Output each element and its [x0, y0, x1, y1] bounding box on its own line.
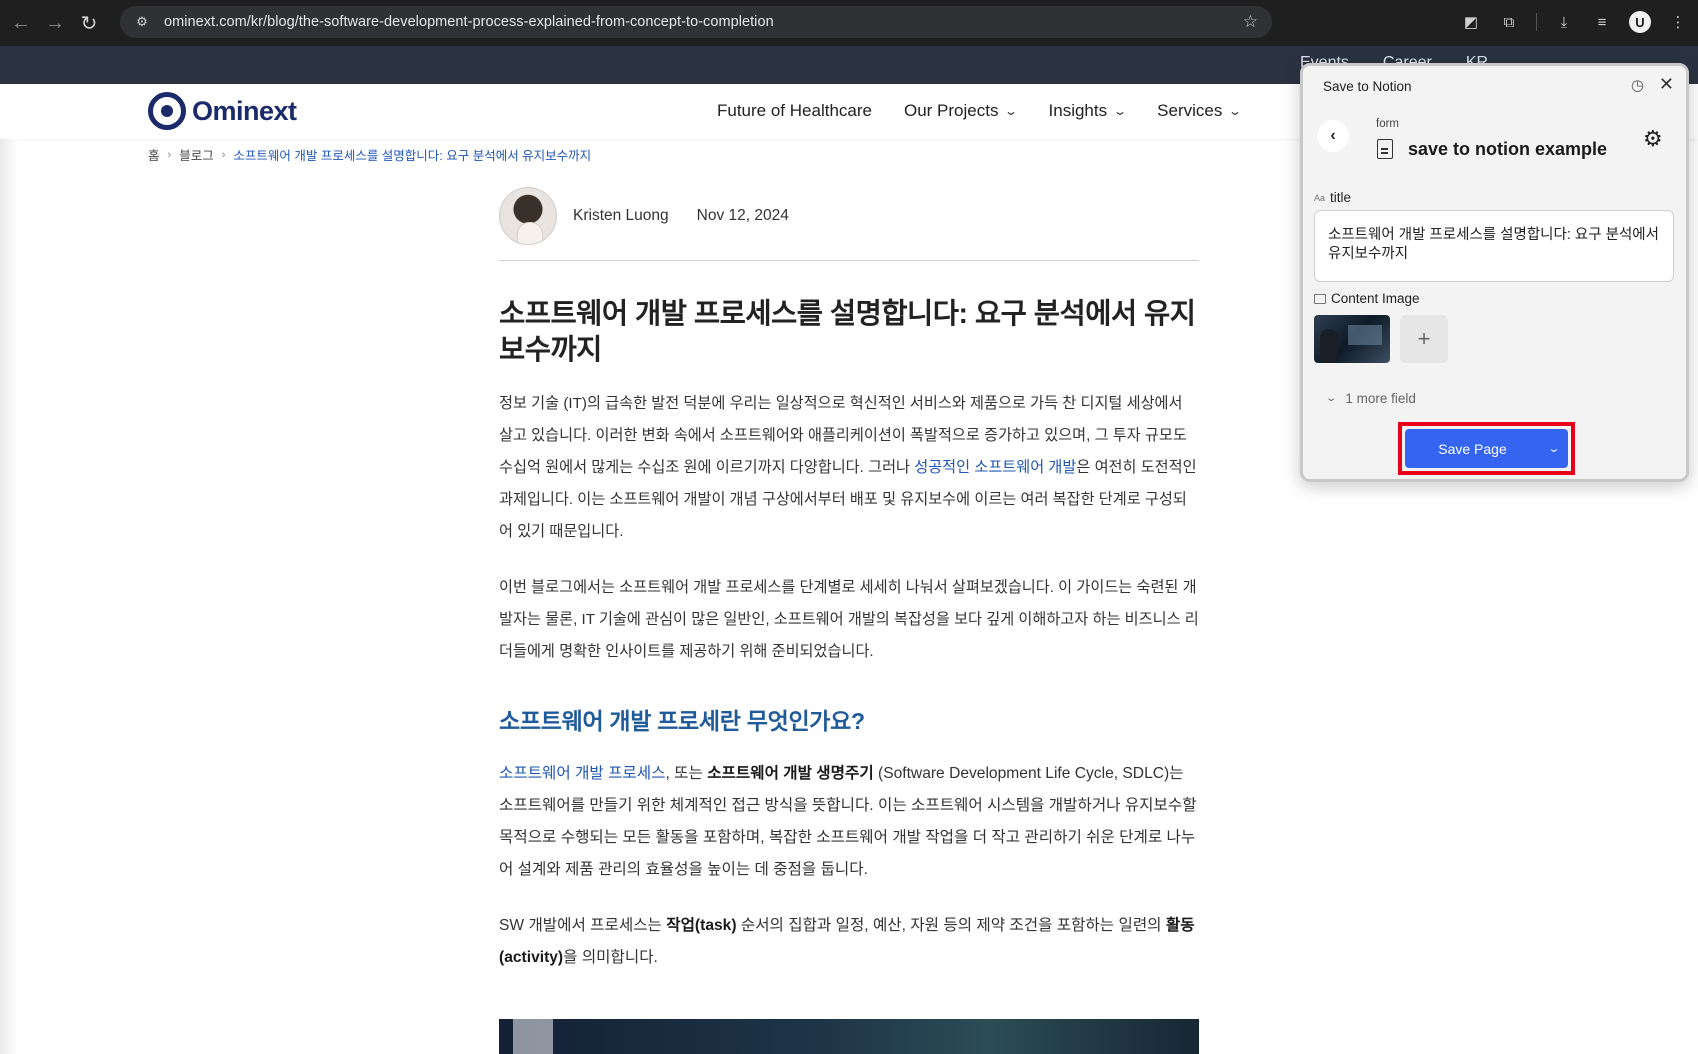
toolbar-divider — [1536, 13, 1537, 31]
chevron-down-icon[interactable]: ⌄ — [1534, 442, 1573, 455]
menu-label: Insights — [1048, 101, 1108, 120]
menu-future-of-healthcare[interactable]: Future of Healthcare — [717, 101, 872, 121]
more-fields-toggle[interactable]: ⌄ 1 more field — [1325, 391, 1416, 406]
chevron-right-icon: › — [167, 148, 172, 161]
text-run: SW 개발에서 프로세스는 — [499, 917, 667, 934]
paragraph-definition: 소프트웨어 개발 프로세스, 또는 소프트웨어 개발 생명주기 (Softwar… — [499, 758, 1199, 886]
logo-text: Ominext — [192, 95, 297, 126]
chevron-down-icon: ⌄ — [1228, 104, 1243, 118]
text-bold: 소프트웨어 개발 생명주기 — [707, 765, 874, 782]
save-to-notion-popup: Save to Notion ◷ ✕ ‹ form save to notion… — [1300, 63, 1689, 482]
breadcrumb-home[interactable]: 홈 — [148, 145, 160, 164]
logo-mark-icon — [148, 92, 186, 130]
text-run: , 또는 — [665, 765, 708, 782]
add-image-button[interactable]: + — [1400, 315, 1448, 363]
article-body: 소프트웨어 개발 프로세스를 설명합니다: 요구 분석에서 유지보수까지 정보 … — [499, 296, 1199, 974]
save-button-highlight: Save Page ⌄ — [1398, 422, 1575, 475]
puzzle-extensions-icon[interactable]: ⧉ — [1498, 11, 1520, 33]
breadcrumb-blog[interactable]: 블로그 — [179, 145, 214, 164]
menu-services[interactable]: Services ⌄ — [1157, 101, 1243, 121]
author-avatar — [499, 187, 557, 245]
menu-label: Future of Healthcare — [717, 101, 872, 120]
back-arrow-icon[interactable]: ← — [4, 6, 38, 40]
text-run: 을 의미합니다. — [563, 949, 658, 966]
text-run: 순서의 집합과 일정, 예산, 자원 등의 제약 조건을 포함하는 일련의 — [736, 917, 1166, 934]
article-title: 소프트웨어 개발 프로세스를 설명합니다: 요구 분석에서 유지보수까지 — [499, 298, 1196, 366]
save-page-button[interactable]: Save Page ⌄ — [1405, 429, 1568, 468]
title-label-text: title — [1330, 190, 1352, 205]
breadcrumb-current: 소프트웨어 개발 프로세스를 설명합니다: 요구 분석에서 유지보수까지 — [233, 149, 592, 163]
download-icon[interactable]: ⤓ — [1553, 11, 1575, 33]
paragraph-intro: 정보 기술 (IT)의 급속한 발전 덕분에 우리는 일상적으로 혁신적인 서비… — [499, 388, 1199, 548]
address-bar[interactable]: ⚙ ominext.com/kr/blog/the-software-devel… — [120, 6, 1272, 38]
site-info-icon[interactable]: ⚙ — [132, 12, 152, 32]
content-image-thumbnail[interactable] — [1314, 315, 1390, 363]
menu-label: Our Projects — [903, 101, 999, 120]
document-icon — [1377, 139, 1393, 159]
history-icon[interactable]: ◷ — [1631, 76, 1644, 94]
text-bold: 작업(task) — [666, 917, 737, 934]
gear-icon[interactable]: ⚙ — [1643, 126, 1663, 152]
author-info: Kristen Luong Nov 12, 2024 — [499, 187, 789, 245]
chevron-down-icon: ⌄ — [1325, 393, 1338, 404]
main-menu: Future of Healthcare Our Projects ⌄ Insig… — [717, 101, 1243, 121]
chevron-down-icon: ⌄ — [1113, 104, 1128, 118]
popup-body: ‹ form save to notion example ⚙ Aa title… — [1303, 106, 1686, 479]
bookmark-star-icon[interactable]: ☆ — [1243, 12, 1258, 32]
url-text[interactable]: ominext.com/kr/blog/the-software-develop… — [164, 14, 774, 30]
article-hero-image — [499, 1019, 1199, 1054]
page-edge-shadow — [0, 139, 18, 1054]
menu-insights[interactable]: Insights ⌄ — [1048, 101, 1128, 121]
save-page-label: Save Page — [1438, 440, 1507, 457]
notion-extension-icon[interactable]: ◩ — [1460, 11, 1482, 33]
form-type-label: form — [1376, 118, 1399, 130]
more-fields-text: 1 more field — [1345, 391, 1416, 406]
paragraph-guide: 이번 블로그에서는 소프트웨어 개발 프로세스를 단계별로 세세히 나눠서 살펴… — [499, 579, 1199, 660]
form-name: save to notion example — [1408, 139, 1608, 159]
browser-toolbar: ← → ↻ ⚙ ominext.com/kr/blog/the-software… — [0, 0, 1698, 46]
close-icon[interactable]: ✕ — [1659, 74, 1674, 95]
popup-title: Save to Notion — [1323, 78, 1412, 94]
popup-header: Save to Notion ◷ ✕ — [1303, 66, 1686, 106]
author-name[interactable]: Kristen Luong — [573, 207, 669, 225]
title-field[interactable]: 소프트웨어 개발 프로세스를 설명합니다: 요구 분석에서 유지보수까지 — [1314, 210, 1674, 282]
kebab-menu-icon[interactable]: ⋮ — [1667, 11, 1689, 33]
image-field-label: Content Image — [1314, 291, 1420, 306]
menu-our-projects[interactable]: Our Projects ⌄ — [903, 101, 1019, 121]
profile-avatar[interactable]: U — [1629, 11, 1651, 33]
breadcrumb: 홈 › 블로그 › 소프트웨어 개발 프로세스를 설명합니다: 요구 분석에서 … — [148, 145, 591, 164]
menu-label: Services — [1157, 101, 1223, 120]
chevron-down-icon: ⌄ — [1004, 104, 1019, 118]
paragraph-process: SW 개발에서 프로세스는 작업(task) 순서의 집합과 일정, 예산, 자… — [499, 910, 1199, 974]
site-logo[interactable]: Ominext — [148, 92, 297, 130]
reload-icon[interactable]: ↻ — [72, 6, 106, 40]
media-list-icon[interactable]: ≡ — [1591, 11, 1613, 33]
chevron-right-icon: › — [221, 148, 226, 161]
link-successful-software-development[interactable]: 성공적인 소프트웨어 개발 — [914, 459, 1076, 476]
text-property-icon: Aa — [1314, 192, 1326, 203]
extensions-area: ◩ ⧉ ⤓ ≡ U ⋮ — [1460, 6, 1689, 38]
section-heading: 소프트웨어 개발 프로세란 무엇인가요? — [499, 708, 865, 734]
title-field-label: Aa title — [1314, 190, 1351, 205]
image-label-text: Content Image — [1331, 291, 1420, 306]
forward-arrow-icon[interactable]: → — [38, 6, 72, 40]
divider — [499, 260, 1199, 261]
image-property-icon — [1314, 293, 1326, 304]
back-chevron-icon[interactable]: ‹ — [1317, 120, 1349, 152]
link-software-development-process[interactable]: 소프트웨어 개발 프로세스 — [499, 765, 665, 782]
publish-date: Nov 12, 2024 — [696, 207, 789, 224]
